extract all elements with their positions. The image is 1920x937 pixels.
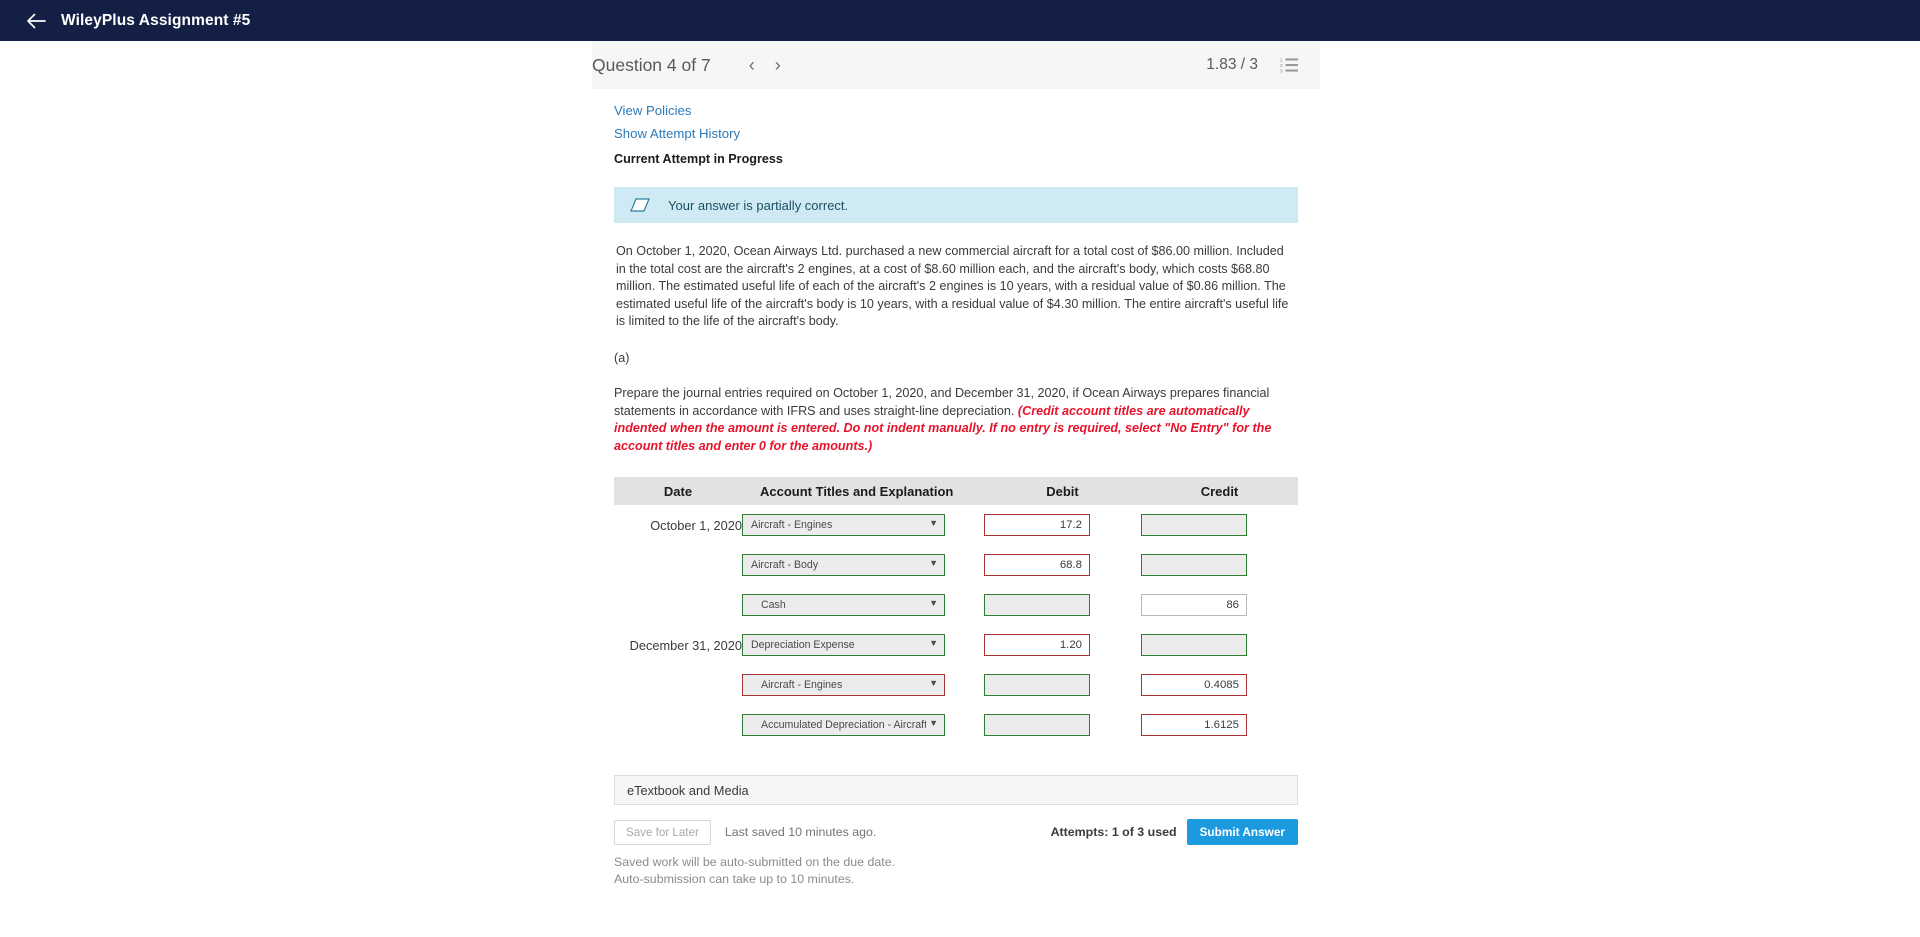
cell-debit bbox=[984, 705, 1141, 745]
credit-input bbox=[1140, 554, 1247, 577]
debit-input bbox=[984, 674, 1091, 697]
show-attempt-history-link[interactable]: Show Attempt History bbox=[614, 122, 740, 145]
svg-text:2: 2 bbox=[1280, 63, 1283, 68]
table-row: Accumulated Depreciation - Aircraft - Bo… bbox=[614, 705, 1298, 745]
table-body: October 1, 2020Aircraft - Engines▼Aircra… bbox=[614, 505, 1298, 745]
credit-input[interactable] bbox=[1140, 594, 1247, 617]
journal-entry-table: Date Account Titles and Explanation Debi… bbox=[614, 477, 1298, 745]
account-title-select[interactable]: Aircraft - Engines bbox=[742, 514, 945, 537]
cell-date bbox=[614, 545, 742, 585]
account-select-wrapper: Aircraft - Engines ▼ bbox=[742, 514, 945, 537]
attempts-counter: Attempts: 1 of 3 used bbox=[1050, 825, 1177, 840]
cell-credit bbox=[1140, 625, 1298, 665]
submit-answer-button[interactable]: Submit Answer bbox=[1186, 819, 1298, 846]
cell-debit bbox=[984, 505, 1141, 545]
table-header: Date Account Titles and Explanation Debi… bbox=[614, 477, 1298, 506]
question-body: View Policies Show Attempt History Curre… bbox=[592, 89, 1320, 910]
question-title: Question 4 of 7 bbox=[592, 54, 711, 75]
partially-correct-alert: Your answer is partially correct. bbox=[614, 187, 1298, 223]
debit-input[interactable] bbox=[984, 514, 1091, 537]
cell-account: Aircraft - Body ▼ bbox=[742, 545, 984, 585]
debit-input[interactable] bbox=[984, 554, 1091, 577]
etextbook-and-media-bar[interactable]: eTextbook and Media bbox=[614, 775, 1298, 806]
svg-text:1: 1 bbox=[1280, 58, 1283, 63]
credit-input[interactable] bbox=[1140, 714, 1247, 737]
next-question-button[interactable]: › bbox=[765, 52, 791, 78]
debit-input bbox=[984, 714, 1091, 737]
column-header-debit: Debit bbox=[984, 477, 1141, 506]
table-row: Cash ▼ bbox=[614, 585, 1298, 625]
account-select-wrapper: Aircraft - Engines ▼ bbox=[742, 674, 945, 697]
cell-debit bbox=[984, 545, 1141, 585]
cell-account: Depreciation Expense ▼ bbox=[742, 625, 984, 665]
current-attempt-label: Current Attempt in Progress bbox=[614, 152, 783, 166]
account-title-select[interactable]: Aircraft - Engines bbox=[742, 674, 945, 697]
part-label: (a) bbox=[614, 350, 630, 365]
action-row: Save for Later Last saved 10 minutes ago… bbox=[614, 819, 1298, 846]
partially-correct-icon bbox=[630, 198, 650, 212]
table-row: Aircraft - Engines ▼ bbox=[614, 665, 1298, 705]
cell-credit bbox=[1140, 705, 1298, 745]
account-select-wrapper: Depreciation Expense ▼ bbox=[742, 634, 945, 657]
back-arrow-icon[interactable] bbox=[25, 10, 47, 32]
cell-date bbox=[614, 665, 742, 705]
cell-date: October 1, 2020 bbox=[650, 517, 742, 533]
credit-input bbox=[1140, 514, 1247, 537]
account-select-wrapper: Accumulated Depreciation - Aircraft - Bo… bbox=[742, 714, 945, 737]
instruction-text: Prepare the journal entries required on … bbox=[614, 385, 1298, 455]
account-title-select[interactable]: Accumulated Depreciation - Aircraft - Bo… bbox=[742, 714, 945, 737]
account-title-select[interactable]: Aircraft - Body bbox=[742, 554, 945, 577]
cell-date: December 31, 2020 bbox=[629, 637, 742, 653]
column-header-credit: Credit bbox=[1140, 477, 1298, 506]
cell-date bbox=[614, 585, 742, 625]
debit-input[interactable] bbox=[984, 634, 1091, 657]
question-header: Question 4 of 7 ‹ › 1.83 / 3 1 2 3 bbox=[592, 41, 1320, 89]
cell-date bbox=[614, 705, 742, 745]
autosubmit-note: Saved work will be auto-submitted on the… bbox=[614, 855, 896, 887]
cell-credit bbox=[1140, 665, 1298, 705]
column-header-date: Date bbox=[614, 477, 742, 506]
account-title-select[interactable]: Cash bbox=[742, 594, 945, 617]
numbered-list-icon[interactable]: 1 2 3 bbox=[1280, 57, 1298, 73]
cell-account: Aircraft - Engines ▼ bbox=[742, 505, 984, 545]
app-bar-title: WileyPlus Assignment #5 bbox=[61, 11, 251, 29]
account-title-select[interactable]: Depreciation Expense bbox=[742, 634, 945, 657]
app-bar: WileyPlus Assignment #5 bbox=[0, 0, 1920, 41]
problem-statement: On October 1, 2020, Ocean Airways Ltd. p… bbox=[616, 244, 1289, 329]
account-select-wrapper: Aircraft - Body ▼ bbox=[742, 554, 945, 577]
question-header-left: Question 4 of 7 ‹ › bbox=[592, 52, 1206, 78]
bottom-spacer bbox=[614, 888, 1298, 910]
view-policies-link[interactable]: View Policies bbox=[614, 99, 691, 122]
alert-text: Your answer is partially correct. bbox=[668, 197, 849, 213]
question-container: Question 4 of 7 ‹ › 1.83 / 3 1 2 3 View … bbox=[592, 41, 1320, 911]
cell-account: Cash ▼ bbox=[742, 585, 984, 625]
table-row: December 31, 2020 Depreciation Expense ▼ bbox=[614, 625, 1298, 665]
cell-account: Accumulated Depreciation - Aircraft - Bo… bbox=[742, 705, 984, 745]
question-header-right: 1.83 / 3 1 2 3 bbox=[1206, 56, 1298, 74]
cell-debit bbox=[984, 665, 1141, 705]
cell-credit bbox=[1140, 505, 1298, 545]
save-for-later-button[interactable]: Save for Later bbox=[614, 819, 711, 845]
previous-question-button[interactable]: ‹ bbox=[739, 52, 765, 78]
credit-input bbox=[1140, 634, 1247, 657]
table-row: October 1, 2020 Aircraft - Engines ▼ bbox=[614, 505, 1298, 545]
cell-debit bbox=[984, 585, 1141, 625]
table-header-row: Date Account Titles and Explanation Debi… bbox=[614, 477, 1298, 506]
cell-account: Aircraft - Engines ▼ bbox=[742, 665, 984, 705]
last-saved-text: Last saved 10 minutes ago. bbox=[724, 825, 877, 840]
debit-input bbox=[984, 594, 1091, 617]
credit-input[interactable] bbox=[1140, 674, 1247, 697]
page-canvas: Question 4 of 7 ‹ › 1.83 / 3 1 2 3 View … bbox=[0, 41, 1920, 937]
score-display: 1.83 / 3 bbox=[1206, 56, 1258, 73]
table-row: Aircraft - Body ▼ bbox=[614, 545, 1298, 585]
cell-credit bbox=[1140, 545, 1298, 585]
svg-text:3: 3 bbox=[1280, 69, 1283, 73]
account-select-wrapper: Cash ▼ bbox=[742, 594, 945, 617]
cell-debit bbox=[984, 625, 1141, 665]
column-header-account: Account Titles and Explanation bbox=[742, 477, 985, 506]
cell-credit bbox=[1140, 585, 1298, 625]
